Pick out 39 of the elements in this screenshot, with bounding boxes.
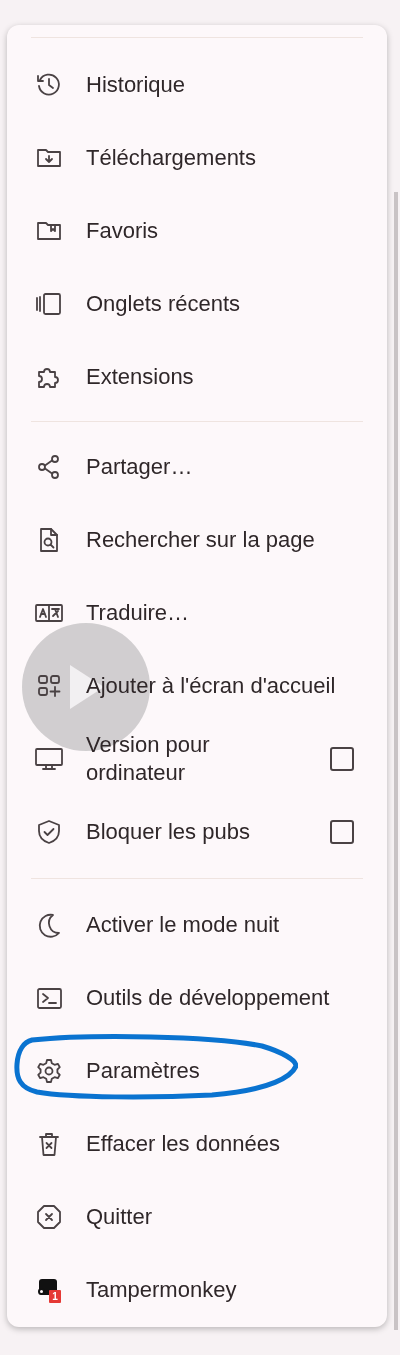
menu-label: Ajouter à l'écran d'accueil <box>86 671 336 700</box>
menu-label: Bloquer les pubs <box>86 817 250 846</box>
menu-item[interactable]: Quitter <box>7 1180 387 1253</box>
menu-label: Onglets récents <box>86 289 241 318</box>
menu-item[interactable]: Extensions <box>7 340 387 413</box>
menu-label: Traduire… <box>86 598 190 627</box>
menu-label: Historique <box>86 70 186 99</box>
menu-item[interactable]: Téléchargements <box>7 121 387 194</box>
menu-item[interactable]: Ajouter à l'écran d'accueil <box>7 649 387 722</box>
menu-item[interactable]: Version pour ordinateur <box>7 722 387 795</box>
count-badge: 1 <box>49 1289 61 1303</box>
checkbox[interactable] <box>330 819 354 844</box>
menu-label: Effacer les données <box>86 1129 281 1158</box>
menu-item[interactable]: 1 Tampermonkey <box>7 1253 387 1326</box>
menu-label: Quitter <box>86 1202 153 1231</box>
checkbox[interactable] <box>330 746 354 771</box>
menu-label: Tampermonkey <box>86 1275 237 1304</box>
menu-label: Rechercher sur la page <box>86 525 315 554</box>
menu-item[interactable]: Rechercher sur la page <box>7 503 387 576</box>
menu-label: Version pour ordinateur <box>86 730 211 787</box>
close-octagon-icon <box>34 1202 64 1231</box>
menu-label: Outils de développement <box>86 983 330 1012</box>
menu-label: Partager… <box>86 452 193 481</box>
menu-item[interactable]: Outils de développement <box>7 961 387 1034</box>
menu-item[interactable]: Favoris <box>7 194 387 267</box>
menu-item[interactable]: Paramètres <box>7 1034 387 1107</box>
menu-item[interactable]: Onglets récents <box>7 267 387 340</box>
menu-item[interactable]: Activer le mode nuit <box>7 888 387 961</box>
menu-label: Téléchargements <box>86 143 256 172</box>
menu-label: Activer le mode nuit <box>86 910 280 939</box>
menu-item[interactable]: Effacer les données <box>7 1107 387 1180</box>
menu-label: Favoris <box>86 216 159 245</box>
menu-label: Extensions <box>86 362 194 391</box>
menu-item[interactable]: Historique <box>7 48 387 121</box>
menu-item[interactable]: Traduire… <box>7 576 387 649</box>
settings-icon <box>34 1056 64 1085</box>
menu-item[interactable]: Partager… <box>7 430 387 503</box>
menu-item[interactable]: Bloquer les pubs <box>7 795 387 868</box>
menu-label: Paramètres <box>86 1056 200 1085</box>
